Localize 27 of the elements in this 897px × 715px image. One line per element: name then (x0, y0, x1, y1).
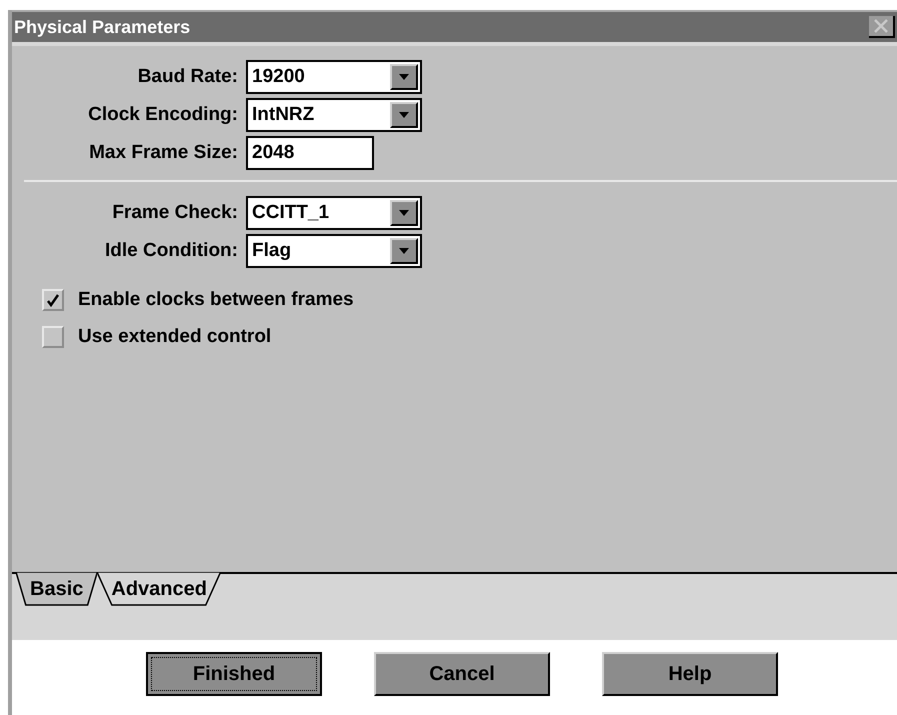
caret-icon (390, 102, 418, 128)
checkbox-box[interactable] (42, 326, 64, 348)
dialog-button[interactable]: Finished (146, 652, 322, 696)
field-label: Clock Encoding: (87, 102, 238, 127)
dropdown[interactable]: IntNRZ (246, 98, 422, 132)
dropdown[interactable]: 19200 (246, 60, 422, 94)
input-field[interactable]: 2048 (246, 136, 374, 170)
checkbox[interactable]: Enable clocks between frames (42, 286, 897, 314)
caret-icon (390, 64, 418, 90)
caret-icon (390, 238, 418, 264)
dialog-button[interactable]: Help (602, 652, 778, 696)
field-label: Idle Condition: (104, 238, 238, 263)
caret-icon (390, 200, 418, 226)
checkbox-box[interactable] (42, 289, 64, 312)
close-button[interactable] (869, 16, 895, 38)
dialog-button[interactable]: Cancel (374, 652, 550, 696)
dropdown[interactable]: Flag (246, 234, 422, 268)
close-icon (874, 19, 888, 33)
tab[interactable]: Advanced (97, 572, 221, 606)
window-title: Physical Parameters (14, 16, 190, 39)
checkmark-icon (46, 293, 60, 308)
dropdown[interactable]: CCITT_1 (246, 196, 422, 230)
field-label: Max Frame Size: (88, 140, 238, 165)
field-label: Frame Check: (111, 200, 238, 225)
tab[interactable]: Basic (16, 572, 98, 606)
field-label: Baud Rate: (136, 64, 238, 89)
checkbox[interactable]: Use extended control (42, 322, 897, 351)
